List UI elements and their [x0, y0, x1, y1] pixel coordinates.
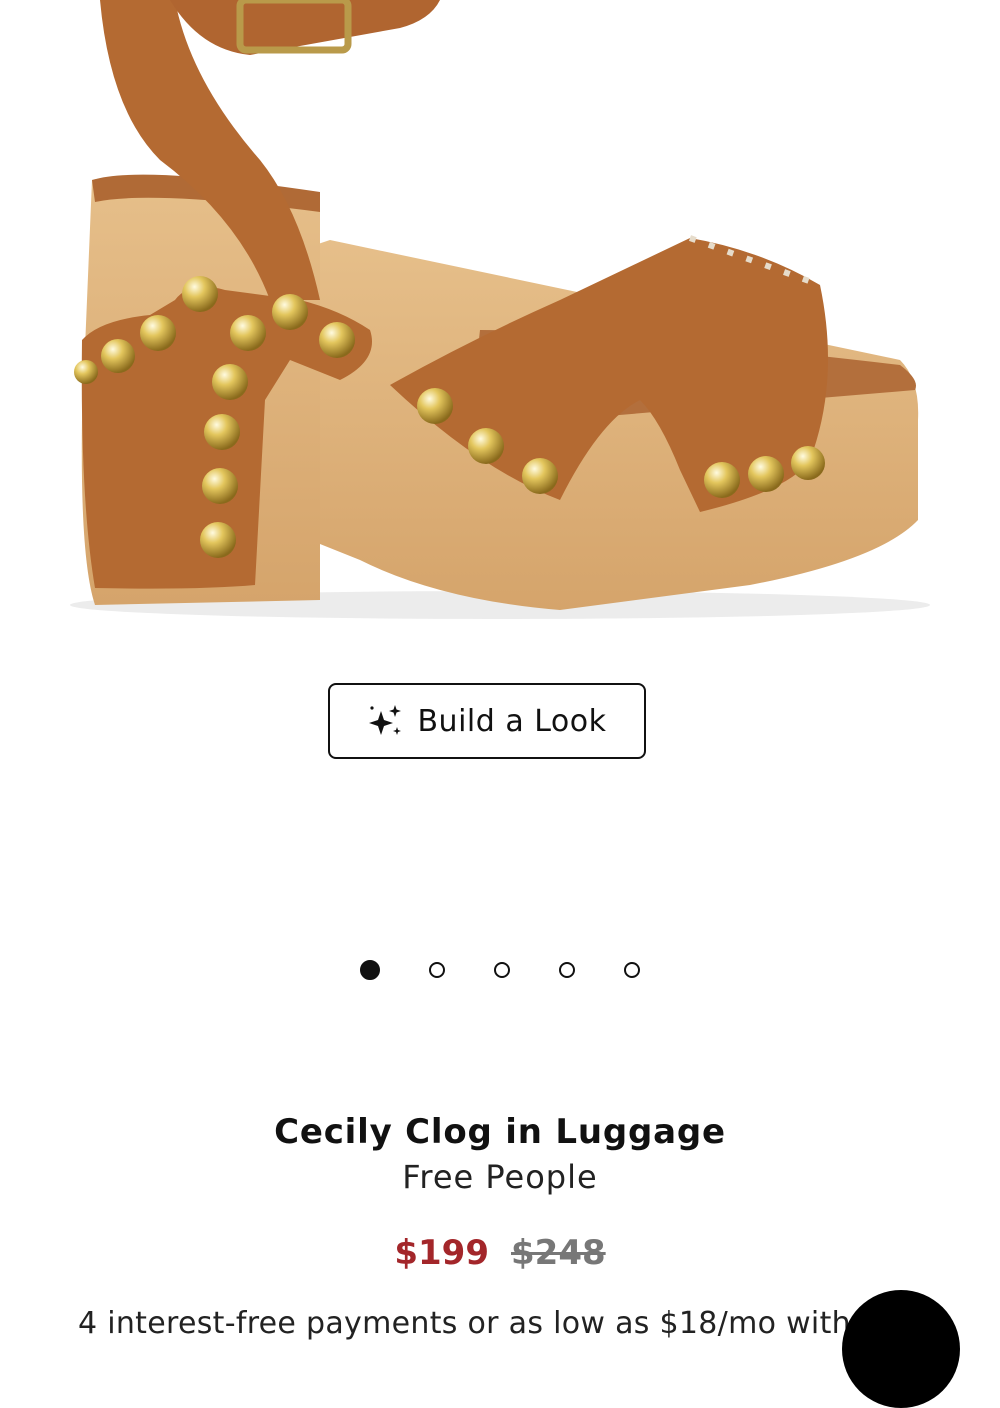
carousel-dot-4[interactable]	[559, 962, 575, 978]
sale-price: $199	[394, 1233, 489, 1273]
product-image[interactable]	[0, 0, 1000, 640]
product-title: Cecily Clog in Luggage	[274, 1112, 726, 1152]
installment-text: 4 interest-free payments or as low as $1…	[78, 1306, 861, 1341]
chat-button[interactable]	[842, 1290, 960, 1408]
build-a-look-label: Build a Look	[417, 703, 607, 739]
build-a-look-button[interactable]: Build a Look	[328, 683, 646, 759]
brand-link[interactable]: Free People	[0, 1158, 1000, 1196]
image-carousel-dots	[360, 956, 640, 984]
carousel-dot-2[interactable]	[429, 962, 445, 978]
sparkle-icon	[367, 703, 403, 739]
price-row: $199 $248	[0, 1233, 1000, 1273]
carousel-dot-5[interactable]	[624, 962, 640, 978]
original-price: $248	[511, 1233, 606, 1273]
carousel-dot-1[interactable]	[360, 960, 380, 980]
installment-message[interactable]: 4 interest-free payments or as low as $1…	[78, 1306, 895, 1341]
carousel-dot-3[interactable]	[494, 962, 510, 978]
